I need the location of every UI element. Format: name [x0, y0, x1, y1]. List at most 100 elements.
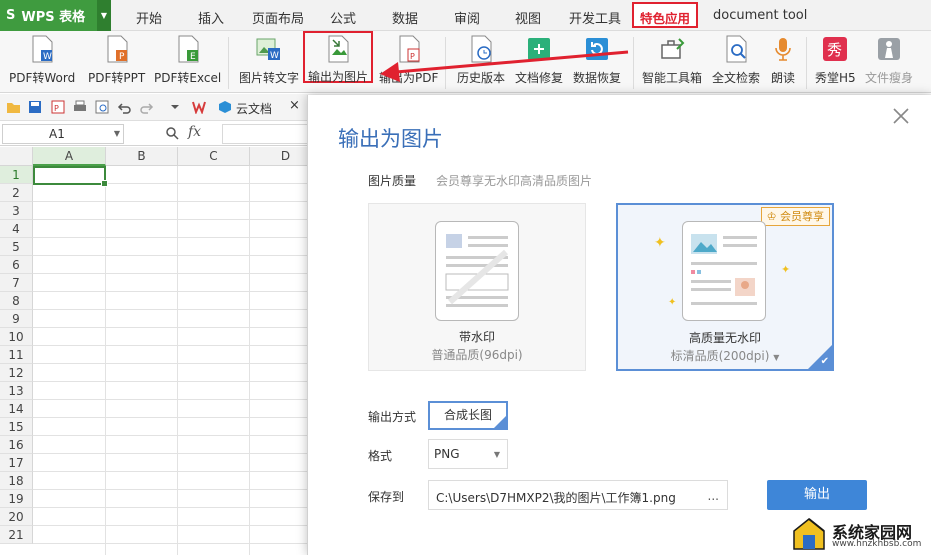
xiutang-icon: 秀 — [822, 34, 848, 64]
full-text-search-button[interactable]: 全文检索 — [712, 34, 760, 89]
save-path-field[interactable]: C:\Users\D7HMXP2\我的图片\工作簿1.png ... — [428, 480, 728, 510]
option-hq-name: 高质量无水印 — [688, 331, 761, 345]
tab-special-apps[interactable]: 特色应用 — [632, 2, 699, 28]
app-menu-button[interactable]: S WPS 表格 ▼ — [0, 0, 111, 31]
row-header[interactable]: 9 — [0, 310, 33, 328]
wps-w-icon[interactable] — [192, 100, 206, 114]
chevron-down-icon[interactable]: ▼ — [97, 0, 111, 31]
house-logo-icon — [793, 518, 825, 550]
row-header[interactable]: 7 — [0, 274, 33, 292]
quality-label: 图片质量 — [368, 174, 417, 188]
column-header-b[interactable]: B — [106, 147, 178, 166]
output-mode-long-image[interactable]: 合成长图 — [428, 401, 508, 430]
zoom-search-icon[interactable] — [165, 126, 179, 143]
tab-data[interactable]: 数据 — [392, 8, 418, 27]
tab-developer[interactable]: 开发工具 — [569, 8, 621, 27]
chevron-down-icon: ▼ — [493, 450, 500, 459]
tab-review[interactable]: 审阅 — [454, 8, 480, 27]
svg-text:W: W — [43, 52, 52, 62]
history-icon — [468, 34, 494, 64]
export-pdf-small-icon[interactable]: P — [51, 100, 65, 114]
row-header[interactable]: 6 — [0, 256, 33, 274]
row-header[interactable]: 12 — [0, 364, 33, 382]
ribbon-toolbar: W PDF转Word P PDF转PPT E PDF转Excel W 图片转文字… — [0, 31, 931, 93]
pdf-to-excel-icon: E — [175, 34, 201, 64]
select-all-corner[interactable] — [0, 147, 33, 166]
read-aloud-button[interactable]: 朗读 — [770, 34, 796, 89]
tab-document-tool[interactable]: document tool — [713, 8, 807, 23]
row-header[interactable]: 20 — [0, 508, 33, 526]
row-header[interactable]: 15 — [0, 418, 33, 436]
export-image-icon — [325, 35, 351, 63]
tab-page-layout[interactable]: 页面布局 — [252, 8, 304, 27]
format-select[interactable]: PNG ▼ — [428, 439, 508, 469]
active-cell-a1[interactable] — [33, 166, 108, 187]
print-preview-icon[interactable] — [95, 100, 109, 114]
row-header[interactable]: 1 — [0, 166, 33, 184]
undo-icon[interactable] — [117, 100, 131, 114]
print-icon[interactable] — [73, 100, 87, 114]
chevron-down-icon[interactable]: ▼ — [114, 129, 120, 138]
close-icon[interactable] — [891, 107, 911, 127]
data-recovery-button[interactable]: 数据恢复 — [573, 34, 621, 89]
chevron-down-icon[interactable] — [168, 100, 182, 114]
row-header[interactable]: 2 — [0, 184, 33, 202]
row-header[interactable]: 10 — [0, 328, 33, 346]
svg-text:P: P — [119, 52, 125, 62]
xiutang-h5-button[interactable]: 秀 秀堂H5 — [815, 34, 856, 89]
row-header[interactable]: 4 — [0, 220, 33, 238]
cloud-docs-icon[interactable] — [218, 100, 232, 114]
folder-icon[interactable] — [6, 100, 20, 114]
pdf-to-excel-button[interactable]: E PDF转Excel — [154, 34, 221, 89]
name-box[interactable]: A1 ▼ — [2, 124, 124, 144]
row-header[interactable]: 19 — [0, 490, 33, 508]
cloud-docs-label[interactable]: 云文档 — [236, 100, 272, 117]
export-button[interactable]: 输出 — [767, 480, 867, 510]
close-tab-icon[interactable]: × — [289, 98, 300, 113]
row-header[interactable]: 18 — [0, 472, 33, 490]
document-repair-icon — [526, 34, 552, 64]
row-header[interactable]: 11 — [0, 346, 33, 364]
row-header[interactable]: 13 — [0, 382, 33, 400]
output-mode-label: 输出方式 — [368, 410, 417, 424]
svg-text:P: P — [410, 52, 415, 61]
redo-icon[interactable] — [140, 100, 154, 114]
column-header-c[interactable]: C — [178, 147, 250, 166]
export-as-pdf-button[interactable]: P 输出为PDF — [379, 34, 438, 89]
save-to-label: 保存到 — [368, 490, 405, 504]
dialog-title: 输出为图片 — [338, 127, 443, 151]
row-header[interactable]: 3 — [0, 202, 33, 220]
smart-toolbox-button[interactable]: 智能工具箱 — [642, 34, 702, 89]
row-header[interactable]: 17 — [0, 454, 33, 472]
file-slim-button[interactable]: 文件瘦身 — [865, 34, 913, 89]
tab-formulas[interactable]: 公式 — [330, 8, 356, 27]
image-to-text-button[interactable]: W 图片转文字 — [239, 34, 299, 89]
menu-bar: S WPS 表格 ▼ 开始 插入 页面布局 公式 数据 审阅 视图 开发工具 特… — [0, 0, 931, 31]
option-watermark[interactable]: 带水印 普通品质(96dpi) — [368, 203, 586, 371]
history-version-button[interactable]: 历史版本 — [457, 34, 505, 89]
tab-home[interactable]: 开始 — [136, 8, 162, 27]
tab-view[interactable]: 视图 — [515, 8, 541, 27]
row-header[interactable]: 21 — [0, 526, 33, 544]
pdf-to-word-button[interactable]: W PDF转Word — [9, 34, 75, 89]
option-high-quality[interactable]: ♔ 会员尊享 ✦ ✦ ✦ 高质量无水印 标清品质(200dpi) ▼ ✔ — [616, 203, 834, 371]
export-pdf-icon: P — [396, 34, 422, 64]
tab-insert[interactable]: 插入 — [198, 8, 224, 27]
save-icon[interactable] — [28, 100, 42, 114]
image-to-text-icon: W — [256, 34, 282, 64]
export-as-image-button[interactable]: 输出为图片 — [303, 31, 374, 84]
column-header-a[interactable]: A — [33, 147, 106, 166]
option-hq-quality[interactable]: 标清品质(200dpi) ▼ — [618, 347, 832, 364]
xiutang-glyph: 秀 — [827, 41, 842, 59]
chevron-down-icon[interactable]: ▼ — [773, 353, 779, 362]
watermark-doc-icon — [435, 221, 519, 321]
row-header[interactable]: 14 — [0, 400, 33, 418]
pdf-to-ppt-button[interactable]: P PDF转PPT — [88, 34, 145, 89]
row-header[interactable]: 8 — [0, 292, 33, 310]
row-header[interactable]: 5 — [0, 238, 33, 256]
row-header[interactable]: 16 — [0, 436, 33, 454]
sparkle-icon: ✦ — [781, 263, 791, 276]
browse-button[interactable]: ... — [708, 489, 719, 503]
document-repair-button[interactable]: 文档修复 — [515, 34, 563, 89]
insert-function-icon[interactable]: fx — [188, 124, 201, 140]
